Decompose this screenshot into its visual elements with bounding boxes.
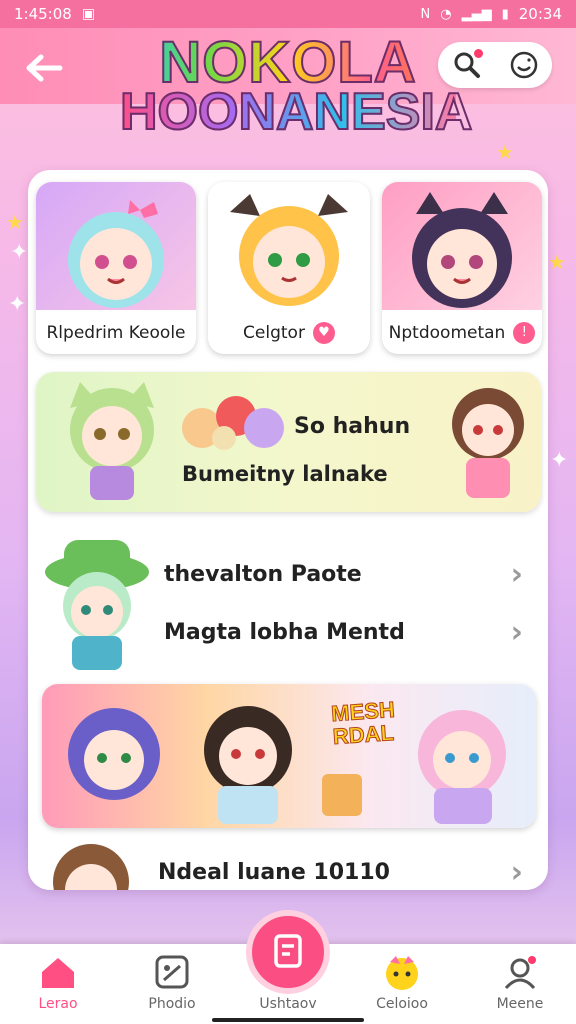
featured-banner[interactable]: So hahun Bumeitny lalnake xyxy=(36,372,541,512)
alert-badge-icon[interactable]: ! xyxy=(513,322,536,344)
brown-hair-character-illustration xyxy=(452,388,524,498)
character-art xyxy=(36,182,196,310)
list-item[interactable]: Ndeal luane 10110 › xyxy=(36,850,541,894)
promo-badge: MESH RDAL xyxy=(330,696,397,750)
nav-label: Phodio xyxy=(148,996,196,1012)
wifi-icon: ◔ xyxy=(440,6,452,22)
list-item-label: Magta lobha Mentd xyxy=(164,619,405,645)
heart-icon[interactable]: ♥ xyxy=(312,322,335,344)
nav-item-home[interactable]: Lerao xyxy=(10,944,106,1024)
character-card[interactable]: Celgtor ♥ xyxy=(208,182,370,354)
home-icon xyxy=(38,952,78,992)
star-decoration: ★ xyxy=(496,140,514,164)
profile-icon xyxy=(500,952,540,992)
home-indicator xyxy=(212,1018,364,1022)
list-item-label: thevalton Paote xyxy=(164,561,362,587)
character-art xyxy=(208,182,370,310)
back-arrow-icon[interactable] xyxy=(22,50,66,86)
banner-subtitle: Bumeitny lalnake xyxy=(182,462,388,486)
list-item[interactable]: Magta lobha Mentd › xyxy=(36,612,541,652)
create-button[interactable] xyxy=(246,910,330,994)
character-card-label: Rlpedrim Keoole xyxy=(46,323,186,343)
nav-item-characters[interactable]: Celoioo xyxy=(354,944,450,1024)
star-decoration: ★ xyxy=(548,250,566,274)
smiley-button[interactable] xyxy=(506,47,542,83)
search-button[interactable] xyxy=(449,47,485,83)
list-item[interactable]: thevalton Paote › xyxy=(36,554,541,594)
battery-icon: ▮ xyxy=(501,6,509,22)
nav-label: Ushtaov xyxy=(259,996,317,1012)
character-card-label: Celgtor ♥ xyxy=(208,312,370,354)
sparkle-decoration: ✦ xyxy=(550,448,569,473)
chevron-right-icon: › xyxy=(510,854,523,890)
cat-girl-illustration xyxy=(70,382,154,500)
gallery-icon xyxy=(152,952,192,992)
nav-item-gallery[interactable]: Phodio xyxy=(124,944,220,1024)
character-art xyxy=(382,182,542,310)
character-card-label: Nptdoometan ! xyxy=(382,312,542,354)
character-icon xyxy=(382,952,422,992)
card-label-text: Nptdoometan xyxy=(388,323,506,343)
image-notification-icon: ▣ xyxy=(81,6,96,22)
promo-characters-illustration xyxy=(68,706,506,824)
nav-label: Celoioo xyxy=(376,996,428,1012)
status-time-left: 1:45:08 xyxy=(14,5,72,23)
character-card[interactable]: Nptdoometan ! xyxy=(382,182,542,354)
sparkle-decoration: ✦ xyxy=(8,292,27,317)
create-icon xyxy=(274,934,302,968)
app-logo: NOKOLA HOONANESIA xyxy=(119,33,473,141)
character-card[interactable]: Rlpedrim Keoole xyxy=(36,182,196,354)
nav-label: Lerao xyxy=(38,996,78,1012)
nav-item-profile[interactable]: Meene xyxy=(472,944,568,1024)
card-label-text: Celgtor xyxy=(243,323,305,343)
signal-icon: ▂▄▆ xyxy=(461,6,492,22)
chevron-right-icon: › xyxy=(510,614,523,650)
promo-banner[interactable]: MESH RDAL xyxy=(42,684,536,828)
status-time-right: 20:34 xyxy=(518,5,562,23)
fruit-illustration xyxy=(182,396,284,450)
list-item-label: Ndeal luane 10110 xyxy=(158,859,390,885)
header-actions xyxy=(438,42,552,88)
logo-line-2: HOONANESIA xyxy=(119,83,473,141)
banner-title: So hahun xyxy=(294,414,411,439)
sparkle-decoration: ✦ xyxy=(10,240,29,265)
notification-dot xyxy=(473,49,483,58)
nfc-icon: N xyxy=(420,6,431,22)
smiley-icon xyxy=(510,51,537,79)
star-decoration: ★ xyxy=(6,210,24,234)
status-bar: 1:45:08 ▣ N ◔ ▂▄▆ ▮ 20:34 xyxy=(0,0,576,28)
promo-badge-line-2: RDAL xyxy=(332,720,396,750)
nav-label: Meene xyxy=(496,996,544,1012)
chevron-right-icon: › xyxy=(510,556,523,592)
